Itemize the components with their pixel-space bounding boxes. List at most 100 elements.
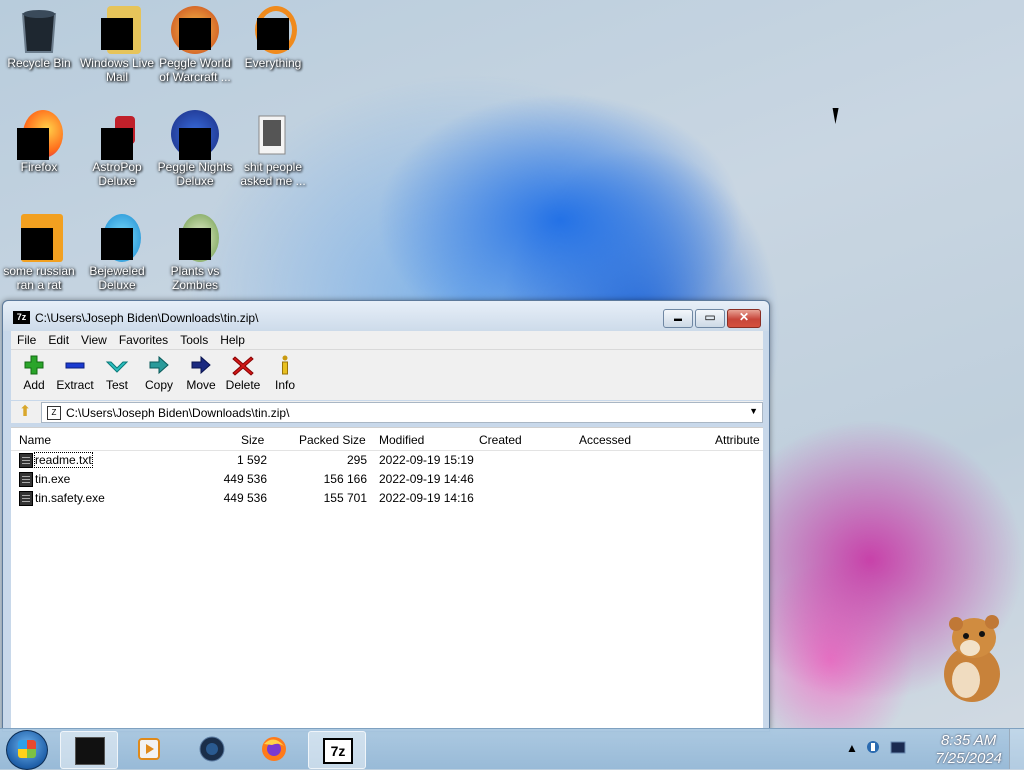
column-size[interactable]: Size [241,433,264,447]
delete-label: Delete [225,378,261,392]
test-icon [105,354,129,376]
column-attributes[interactable]: Attribute [715,433,760,447]
menu-edit[interactable]: Edit [42,331,75,349]
info-label: Info [274,378,295,392]
desktop-icon-folder[interactable]: shit people asked me ... [234,106,312,188]
menu-favorites[interactable]: Favorites [113,331,174,349]
taskbar-globe-app[interactable] [184,731,240,767]
hamster-image [936,604,1008,704]
maximize-icon: ▭ [704,310,716,324]
mail-icon [93,6,141,54]
up-folder-icon: ⬆ [18,403,32,420]
desktop-icon-label: some russian ran a rat [3,264,75,292]
menu-tools[interactable]: Tools [174,331,214,349]
move-button[interactable]: Move [180,354,222,392]
extract-button[interactable]: Extract [54,354,96,392]
extract-label: Extract [56,378,94,392]
column-accessed[interactable]: Accessed [579,433,631,447]
desktop-icon-label: Plants vs Zombies [170,264,220,292]
column-modified[interactable]: Modified [379,433,424,447]
folder-icon [249,110,297,158]
info-button[interactable]: Info [264,354,306,392]
desktop-icon-peggle-wow[interactable]: Peggle World of Warcraft ... [156,2,234,84]
desktop-icon-label: Firefox [20,160,58,174]
desktop-icon-plants-vs-zombies[interactable]: Plants vs Zombies [156,210,234,292]
desktop-icon-firefox[interactable]: Firefox [0,106,78,174]
desktop-icon-russian-rat[interactable]: some russian ran a rat [0,210,78,292]
archive-icon: Z [47,406,61,420]
file-name: tin.safety.exe [35,491,105,505]
desktop-icon-everything[interactable]: Everything [234,2,312,70]
clock-time: 8:35 AM [940,732,997,749]
desktop-icon-label: AstroPop Deluxe [92,160,142,188]
taskbar-firefox[interactable] [246,731,302,767]
firefox-icon [15,110,63,160]
window-title: C:\Users\Joseph Biden\Downloads\tin.zip\ [35,311,259,325]
show-desktop-button[interactable] [1009,729,1024,769]
test-button[interactable]: Test [96,354,138,392]
7zip-app-icon: 7z [13,311,30,324]
desktop-icon-astropop[interactable]: AstroPop Deluxe [78,106,156,188]
delete-button[interactable]: Delete [222,354,264,392]
menu-help[interactable]: Help [214,331,251,349]
taskbar-media-player[interactable] [122,731,178,767]
7zip-icon: 7z [323,738,353,764]
file-row-tin-exe[interactable]: tin.exe 449 536 156 166 2022-09-19 14:46 [11,470,763,489]
desktop-icon-label: Windows Live Mail [79,56,155,84]
show-hidden-icons-button[interactable]: ▲ [846,741,858,755]
column-name[interactable]: Name [19,433,51,447]
list-header: Name Size Packed Size Modified Created A… [11,428,763,451]
7zip-icon-text: 7z [330,743,346,759]
taskbar-app-black[interactable] [60,731,118,769]
maximize-button[interactable]: ▭ [695,309,725,328]
desktop-icon-bejeweled[interactable]: Bejeweled Deluxe [78,210,156,292]
network-icon[interactable] [866,739,880,758]
info-icon [273,354,297,376]
close-button[interactable]: ✕ [727,309,761,328]
copy-icon [147,354,171,376]
system-clock[interactable]: 8:35 AM 7/25/2024 [935,732,1002,768]
bejeweled-icon [93,214,141,262]
file-size: 449 536 [223,472,267,486]
app-icon [75,737,105,765]
menu-view[interactable]: View [75,331,113,349]
file-row-readme[interactable]: readme.txt 1 592 295 2022-09-19 15:19 [11,451,763,470]
test-label: Test [105,378,128,392]
volume-icon[interactable] [890,741,906,758]
address-dropdown-arrow-icon[interactable]: ▼ [749,406,758,416]
add-label: Add [23,378,45,392]
file-packed-size: 156 166 [323,472,367,486]
exe-file-icon [19,491,33,506]
address-input[interactable]: Z C:\Users\Joseph Biden\Downloads\tin.zi… [41,402,763,423]
file-size: 1 592 [236,453,267,467]
column-packed-size[interactable]: Packed Size [299,433,366,447]
column-created[interactable]: Created [479,433,522,447]
recycle-bin-icon [15,6,63,54]
astropop-icon [93,110,141,160]
desktop-icon-peggle-nights[interactable]: Peggle Nights Deluxe [156,106,234,188]
desktop-icon-recycle-bin[interactable]: Recycle Bin [0,2,78,70]
file-name: readme.txt [34,452,93,468]
add-button[interactable]: Add [13,354,55,392]
desktop-icon-windows-live-mail[interactable]: Windows Live Mail [78,2,156,84]
exe-file-icon [19,472,33,487]
copy-label: Copy [144,378,173,392]
desktop-icon-label: Bejeweled Deluxe [89,264,145,292]
desktop-icon-label: Peggle World of Warcraft ... [159,56,231,84]
start-button[interactable] [6,730,48,770]
title-bar[interactable]: 7z C:\Users\Joseph Biden\Downloads\tin.z… [3,301,769,331]
delete-icon [231,354,255,376]
file-list[interactable]: Name Size Packed Size Modified Created A… [11,427,763,730]
up-folder-button[interactable]: ⬆ [15,403,35,421]
extract-icon [63,354,87,376]
taskbar-7zip[interactable]: 7z [308,731,366,769]
desktop-icon-label: shit people asked me ... [240,160,306,188]
firefox-icon [260,736,288,762]
copy-button[interactable]: Copy [138,354,180,392]
file-size: 449 536 [223,491,267,505]
file-row-tin-safety-exe[interactable]: tin.safety.exe 449 536 155 701 2022-09-1… [11,489,763,508]
menu-file[interactable]: File [11,331,42,349]
minimize-button[interactable]: ▬ [663,309,693,328]
7zip-window[interactable]: 7z C:\Users\Joseph Biden\Downloads\tin.z… [2,300,770,732]
add-icon [22,354,46,376]
